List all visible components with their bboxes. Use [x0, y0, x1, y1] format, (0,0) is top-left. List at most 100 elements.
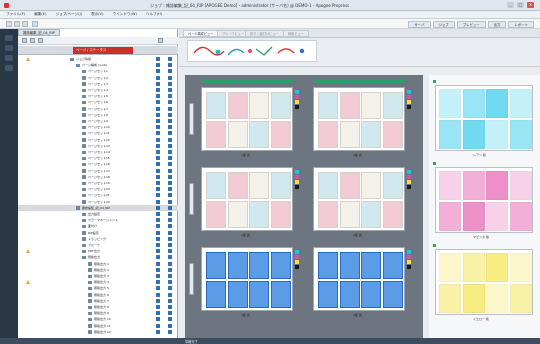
tab-report[interactable]: レポート	[508, 21, 534, 28]
output-checkbox[interactable]	[168, 125, 172, 130]
status-checkbox[interactable]	[156, 255, 160, 260]
output-checkbox[interactable]	[168, 267, 172, 272]
output-checkbox[interactable]	[168, 137, 172, 142]
output-checkbox[interactable]	[168, 106, 172, 111]
output-checkbox[interactable]	[168, 205, 172, 210]
status-checkbox[interactable]	[156, 168, 160, 173]
output-checkbox[interactable]	[168, 286, 172, 291]
page-thumbnail[interactable]	[270, 281, 291, 308]
status-checkbox[interactable]	[156, 249, 160, 254]
status-checkbox[interactable]	[156, 305, 160, 309]
output-checkbox[interactable]	[168, 63, 172, 68]
menu-view[interactable]: 表示(V)	[91, 12, 103, 17]
output-checkbox[interactable]	[168, 323, 172, 328]
strip-button[interactable]	[5, 45, 13, 51]
status-checkbox[interactable]	[156, 199, 160, 204]
status-checkbox[interactable]	[156, 329, 160, 334]
menu-help[interactable]: ヘルプ(H)	[146, 12, 162, 17]
close-button[interactable]: ×	[527, 2, 534, 8]
status-checkbox[interactable]	[156, 323, 160, 328]
page-thumbnail[interactable]	[249, 92, 269, 119]
output-checkbox[interactable]	[168, 156, 172, 161]
page-thumbnail[interactable]	[361, 281, 381, 308]
output-checkbox[interactable]	[168, 94, 172, 99]
status-checkbox[interactable]	[156, 218, 160, 223]
status-checkbox[interactable]	[156, 181, 160, 185]
output-checkbox[interactable]	[168, 150, 172, 154]
status-checkbox[interactable]	[156, 131, 160, 136]
page-thumbnail[interactable]	[270, 121, 291, 148]
page-thumbnail[interactable]	[361, 201, 381, 228]
status-checkbox[interactable]	[156, 280, 160, 285]
status-checkbox[interactable]	[156, 298, 160, 303]
new-job-icon[interactable]	[6, 21, 12, 27]
imposition-spread[interactable]	[201, 247, 299, 311]
page-thumbnail[interactable]	[361, 121, 381, 148]
strip-button[interactable]	[5, 35, 13, 41]
tree-row[interactable]: 刷版出力 12	[18, 329, 178, 336]
page-thumbnail[interactable]	[318, 92, 338, 119]
imposition-spread[interactable]	[313, 167, 411, 231]
output-checkbox[interactable]	[168, 199, 172, 204]
output-checkbox[interactable]	[168, 311, 172, 316]
tab-page-structure[interactable]: ページ構成ビュー	[183, 30, 219, 37]
output-checkbox[interactable]	[168, 212, 172, 216]
output-checkbox[interactable]	[168, 292, 172, 297]
status-checkbox[interactable]	[156, 125, 160, 130]
status-checkbox[interactable]	[156, 193, 160, 198]
output-checkbox[interactable]	[168, 143, 172, 148]
filter-icon[interactable]	[38, 38, 43, 43]
page-thumbnail[interactable]	[206, 172, 226, 199]
imposition-spread[interactable]	[313, 87, 411, 151]
page-thumbnail[interactable]	[206, 252, 226, 279]
imposition-spread[interactable]	[313, 247, 411, 311]
output-checkbox[interactable]	[168, 329, 172, 334]
page-thumbnail[interactable]	[249, 252, 269, 279]
status-checkbox[interactable]	[156, 261, 160, 266]
page-thumbnail[interactable]	[382, 121, 403, 148]
status-checkbox[interactable]	[156, 143, 160, 148]
page-thumbnail[interactable]	[227, 252, 248, 279]
print-icon[interactable]	[32, 21, 38, 27]
page-thumbnail[interactable]	[270, 252, 291, 279]
job-tab[interactable]: 雑誌編集_記_04_RIP	[18, 29, 60, 36]
status-checkbox[interactable]	[156, 75, 160, 80]
menu-edit[interactable]: 編集(E)	[34, 12, 46, 17]
page-thumbnail[interactable]	[318, 201, 338, 228]
row-expand-tab[interactable]	[189, 183, 194, 215]
settings-icon[interactable]	[158, 38, 163, 43]
row-expand-tab[interactable]	[189, 263, 194, 295]
status-checkbox[interactable]	[156, 174, 160, 179]
status-checkbox[interactable]	[156, 88, 160, 92]
output-checkbox[interactable]	[168, 298, 172, 303]
page-thumbnail[interactable]	[206, 281, 226, 308]
row-expand-tab[interactable]	[189, 103, 194, 135]
page-thumbnail[interactable]	[249, 172, 269, 199]
page-thumbnail[interactable]	[206, 201, 226, 228]
page-thumbnail[interactable]	[206, 92, 226, 119]
status-checkbox[interactable]	[156, 94, 160, 99]
page-thumbnail[interactable]	[361, 252, 381, 279]
status-checkbox[interactable]	[156, 267, 160, 272]
output-checkbox[interactable]	[168, 181, 172, 185]
status-checkbox[interactable]	[156, 292, 160, 297]
output-checkbox[interactable]	[168, 57, 172, 61]
tab-preview[interactable]: プレビュー	[456, 21, 486, 28]
menu-job-page[interactable]: ジョブ/ページ(J)	[56, 12, 83, 17]
minimize-button[interactable]: _	[507, 2, 514, 8]
expand-icon[interactable]	[22, 38, 27, 43]
tab-server[interactable]: サーバ	[408, 21, 431, 28]
status-checkbox[interactable]	[156, 236, 160, 241]
output-checkbox[interactable]	[168, 112, 172, 117]
status-checkbox[interactable]	[156, 57, 160, 61]
page-thumbnail[interactable]	[227, 172, 248, 199]
output-checkbox[interactable]	[168, 261, 172, 266]
output-checkbox[interactable]	[168, 119, 172, 123]
page-thumbnail[interactable]	[382, 252, 403, 279]
page-thumbnail[interactable]	[339, 201, 360, 228]
page-thumbnail[interactable]	[339, 121, 360, 148]
output-checkbox[interactable]	[168, 88, 172, 92]
tab-job[interactable]: ジョブ	[432, 21, 455, 28]
page-thumbnail[interactable]	[339, 92, 360, 119]
page-thumbnail[interactable]	[382, 201, 403, 228]
